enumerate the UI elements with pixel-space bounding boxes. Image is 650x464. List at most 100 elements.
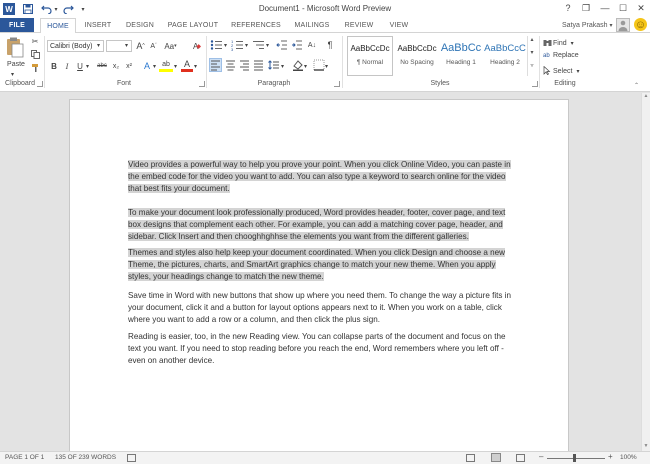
change-case-icon[interactable]: Aa ▾ bbox=[163, 40, 178, 52]
decrease-indent-icon[interactable] bbox=[276, 39, 288, 51]
align-right-icon[interactable] bbox=[239, 59, 250, 71]
italic-button[interactable]: I bbox=[62, 60, 72, 72]
clear-formatting-icon[interactable]: A ◆ bbox=[191, 40, 203, 52]
print-layout-icon[interactable] bbox=[491, 453, 501, 462]
align-left-button[interactable] bbox=[209, 58, 222, 72]
font-size-select[interactable] bbox=[106, 40, 132, 52]
paste-icon[interactable] bbox=[5, 36, 27, 60]
chevron-down-icon[interactable]: ▾ bbox=[174, 63, 177, 70]
document-paragraph[interactable]: To make your document look professionall… bbox=[128, 207, 513, 244]
user-account[interactable]: Satya Prakash ▾ bbox=[562, 18, 613, 32]
styles-gallery-scroll[interactable]: ▴ ▾ ▿ bbox=[527, 36, 536, 76]
chevron-down-icon[interactable]: ▾ bbox=[224, 42, 227, 49]
increase-indent-icon[interactable] bbox=[291, 39, 303, 51]
font-name-select[interactable]: Calibri (Body) bbox=[47, 40, 104, 52]
chevron-down-icon[interactable]: ▾ bbox=[125, 42, 128, 49]
chevron-down-icon[interactable]: ▾ bbox=[153, 63, 156, 70]
chevron-down-icon[interactable]: ▾ bbox=[86, 63, 89, 70]
format-painter-icon[interactable] bbox=[30, 62, 40, 72]
shrink-font-icon[interactable]: Aˇ bbox=[148, 40, 159, 52]
superscript-button[interactable]: x² bbox=[124, 60, 134, 72]
chevron-down-icon[interactable]: ▾ bbox=[97, 42, 100, 49]
more-styles-icon[interactable]: ▿ bbox=[528, 62, 536, 75]
vertical-scrollbar[interactable]: ▲ ▼ bbox=[641, 93, 650, 451]
tab-review[interactable]: REVIEW bbox=[340, 18, 378, 32]
scroll-down-arrow[interactable]: ▼ bbox=[642, 443, 650, 451]
borders-icon[interactable] bbox=[313, 59, 325, 71]
web-layout-icon[interactable] bbox=[516, 454, 525, 462]
tab-file[interactable]: FILE bbox=[0, 18, 34, 32]
smiley-feedback-icon[interactable]: ☺ bbox=[634, 18, 647, 31]
tab-view[interactable]: VIEW bbox=[384, 18, 414, 32]
clipboard-launcher-icon[interactable] bbox=[37, 81, 43, 87]
zoom-out-button[interactable]: – bbox=[539, 452, 543, 461]
replace-button[interactable]: ab Replace bbox=[543, 52, 579, 59]
document-paragraph[interactable]: Save time in Word with new buttons that … bbox=[128, 290, 513, 327]
strikethrough-button[interactable]: abc bbox=[95, 60, 109, 72]
style-heading-1[interactable]: AaBbCc Heading 1 bbox=[438, 36, 484, 76]
page-count[interactable]: PAGE 1 OF 1 bbox=[5, 454, 44, 461]
subscript-button[interactable]: x₂ bbox=[111, 60, 121, 72]
chevron-down-icon[interactable]: ▾ bbox=[304, 63, 307, 70]
align-center-icon[interactable] bbox=[225, 59, 236, 71]
scroll-up-arrow[interactable]: ▲ bbox=[642, 93, 650, 101]
chevron-down-icon[interactable]: ▾ bbox=[245, 42, 248, 49]
text-effects-icon[interactable]: A bbox=[141, 60, 153, 72]
cut-icon[interactable]: ✂ bbox=[30, 36, 40, 46]
chevron-down-icon[interactable]: ▾ bbox=[266, 42, 269, 49]
font-color-icon[interactable]: A bbox=[181, 59, 193, 72]
chevron-down-icon[interactable]: ▾ bbox=[281, 63, 284, 70]
read-mode-icon[interactable] bbox=[466, 454, 475, 462]
document-paragraph[interactable]: Themes and styles also help keep your do… bbox=[128, 247, 513, 284]
copy-icon[interactable] bbox=[30, 49, 40, 59]
tab-page-layout[interactable]: PAGE LAYOUT bbox=[164, 18, 222, 32]
paste-dropdown-icon[interactable]: ▾ bbox=[11, 71, 14, 78]
word-count[interactable]: 135 OF 239 WORDS bbox=[55, 454, 116, 461]
style-normal[interactable]: AaBbCcDc ¶ Normal bbox=[347, 36, 393, 76]
collapse-ribbon-icon[interactable]: ⌃ bbox=[634, 82, 639, 89]
styles-launcher-icon[interactable] bbox=[532, 81, 538, 87]
chevron-down-icon[interactable]: ▾ bbox=[194, 63, 197, 70]
tab-home[interactable]: HOME bbox=[40, 18, 76, 33]
sort-icon[interactable]: A↓ bbox=[306, 39, 318, 51]
style-no-spacing[interactable]: AaBbCcDc No Spacing bbox=[394, 36, 440, 76]
scroll-up-icon[interactable]: ▴ bbox=[528, 36, 536, 49]
highlight-color-icon[interactable]: ab bbox=[159, 59, 173, 72]
tab-mailings[interactable]: MAILINGS bbox=[289, 18, 335, 32]
shading-icon[interactable] bbox=[292, 59, 304, 71]
help-button[interactable]: ? bbox=[560, 1, 576, 15]
paste-button[interactable]: Paste bbox=[4, 61, 28, 68]
proofing-icon[interactable] bbox=[127, 454, 136, 462]
line-spacing-icon[interactable] bbox=[268, 59, 280, 71]
justify-icon[interactable] bbox=[253, 59, 264, 71]
font-launcher-icon[interactable] bbox=[199, 81, 205, 87]
tab-insert[interactable]: INSERT bbox=[80, 18, 116, 32]
document-paragraph[interactable]: Reading is easier, too, in the new Readi… bbox=[128, 331, 513, 368]
zoom-slider[interactable] bbox=[547, 458, 605, 459]
select-button[interactable]: Select ▾ bbox=[543, 65, 579, 77]
style-heading-2[interactable]: AaBbCcC Heading 2 bbox=[482, 36, 528, 76]
chevron-down-icon[interactable]: ▾ bbox=[325, 63, 328, 70]
zoom-level[interactable]: 100% bbox=[620, 454, 637, 461]
grow-font-icon[interactable]: A ^ bbox=[135, 40, 146, 52]
maximize-button[interactable]: ☐ bbox=[615, 1, 631, 15]
document-page[interactable]: Video provides a powerful way to help yo… bbox=[69, 99, 569, 464]
close-button[interactable]: ✕ bbox=[633, 1, 649, 15]
show-formatting-marks-button[interactable]: ¶ bbox=[324, 39, 336, 51]
document-paragraph[interactable]: Video provides a powerful way to help yo… bbox=[128, 159, 513, 196]
tab-design[interactable]: DESIGN bbox=[122, 18, 158, 32]
bullets-icon[interactable] bbox=[210, 39, 224, 51]
paragraph-launcher-icon[interactable] bbox=[334, 81, 340, 87]
zoom-slider-thumb[interactable] bbox=[573, 454, 576, 462]
avatar[interactable] bbox=[616, 18, 630, 32]
find-button[interactable]: Find ▾ bbox=[543, 38, 574, 49]
numbering-icon[interactable]: 123 bbox=[231, 39, 245, 52]
underline-button[interactable]: U bbox=[75, 60, 85, 72]
ribbon-display-button[interactable]: ❐ bbox=[578, 1, 594, 15]
scroll-down-icon[interactable]: ▾ bbox=[528, 49, 536, 62]
minimize-button[interactable]: — bbox=[597, 1, 613, 15]
multilevel-list-icon[interactable] bbox=[252, 39, 266, 51]
bold-button[interactable]: B bbox=[49, 60, 59, 72]
tab-references[interactable]: REFERENCES bbox=[228, 18, 284, 32]
zoom-in-button[interactable]: + bbox=[608, 452, 613, 461]
